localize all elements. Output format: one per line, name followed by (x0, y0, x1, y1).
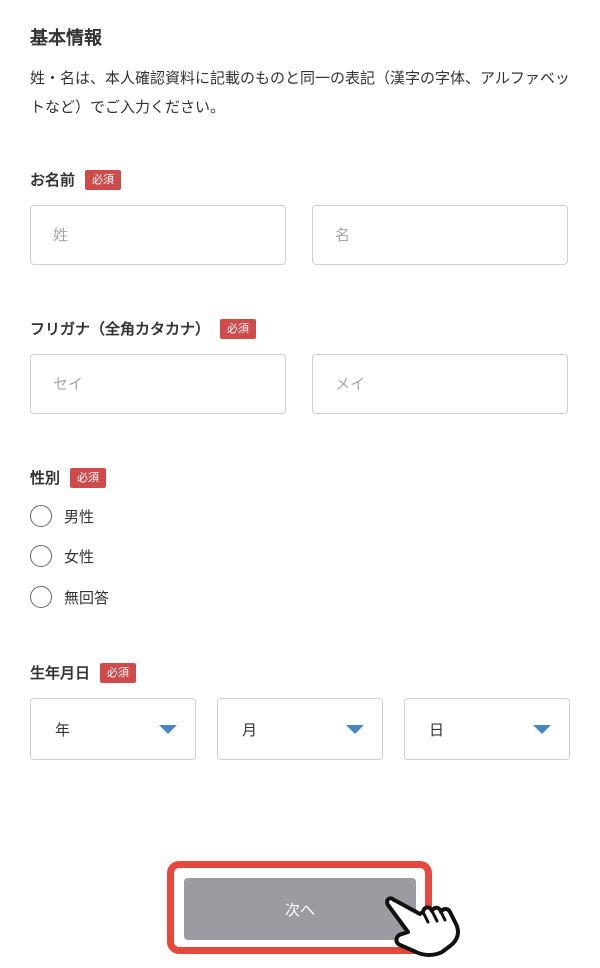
radio-label: 女性 (64, 547, 95, 566)
birthdate-label: 生年月日 (30, 664, 91, 682)
name-label: お名前 (30, 171, 76, 189)
required-badge: 必須 (220, 318, 257, 339)
kana-label: フリガナ（全角カタカナ） (30, 320, 211, 338)
gender-option-female[interactable]: 女性 (30, 545, 94, 567)
required-badge: 必須 (100, 662, 137, 683)
required-badge: 必須 (70, 467, 107, 488)
caret-down-icon (159, 724, 177, 734)
name-label-row: お名前 必須 (30, 169, 122, 190)
gender-option-male[interactable]: 男性 (30, 505, 94, 527)
select-value: 年 (55, 720, 71, 739)
select-value: 月 (242, 720, 258, 739)
last-name-kana-input[interactable] (30, 354, 286, 414)
required-badge: 必須 (85, 169, 122, 190)
select-value: 日 (429, 720, 445, 739)
radio-button[interactable] (30, 586, 52, 608)
registration-form-page: 基本情報 姓・名は、本人確認資料に記載のものと同一の表記（漢字の字体、アルファベ… (0, 0, 600, 968)
gender-label-row: 性別 必須 (30, 467, 107, 488)
gender-label: 性別 (30, 469, 61, 487)
last-name-input[interactable] (30, 205, 286, 265)
radio-button[interactable] (30, 545, 52, 567)
birth-day-select[interactable]: 日 (404, 698, 570, 760)
radio-label: 男性 (64, 507, 95, 526)
section-title: 基本情報 (30, 28, 102, 49)
gender-option-no-answer[interactable]: 無回答 (30, 586, 109, 608)
birthdate-label-row: 生年月日 必須 (30, 662, 137, 683)
section-description: 姓・名は、本人確認資料に記載のものと同一の表記（漢字の字体、アルファベットなど）… (30, 69, 570, 116)
first-name-input[interactable] (312, 205, 568, 265)
first-name-kana-input[interactable] (312, 354, 568, 414)
birth-year-select[interactable]: 年 (30, 698, 196, 760)
hand-pointer-icon (385, 896, 460, 957)
radio-label: 無回答 (64, 588, 110, 607)
caret-down-icon (346, 724, 364, 734)
caret-down-icon (533, 724, 551, 734)
kana-label-row: フリガナ（全角カタカナ） 必須 (30, 318, 257, 339)
birth-month-select[interactable]: 月 (217, 698, 383, 760)
radio-button[interactable] (30, 505, 52, 527)
